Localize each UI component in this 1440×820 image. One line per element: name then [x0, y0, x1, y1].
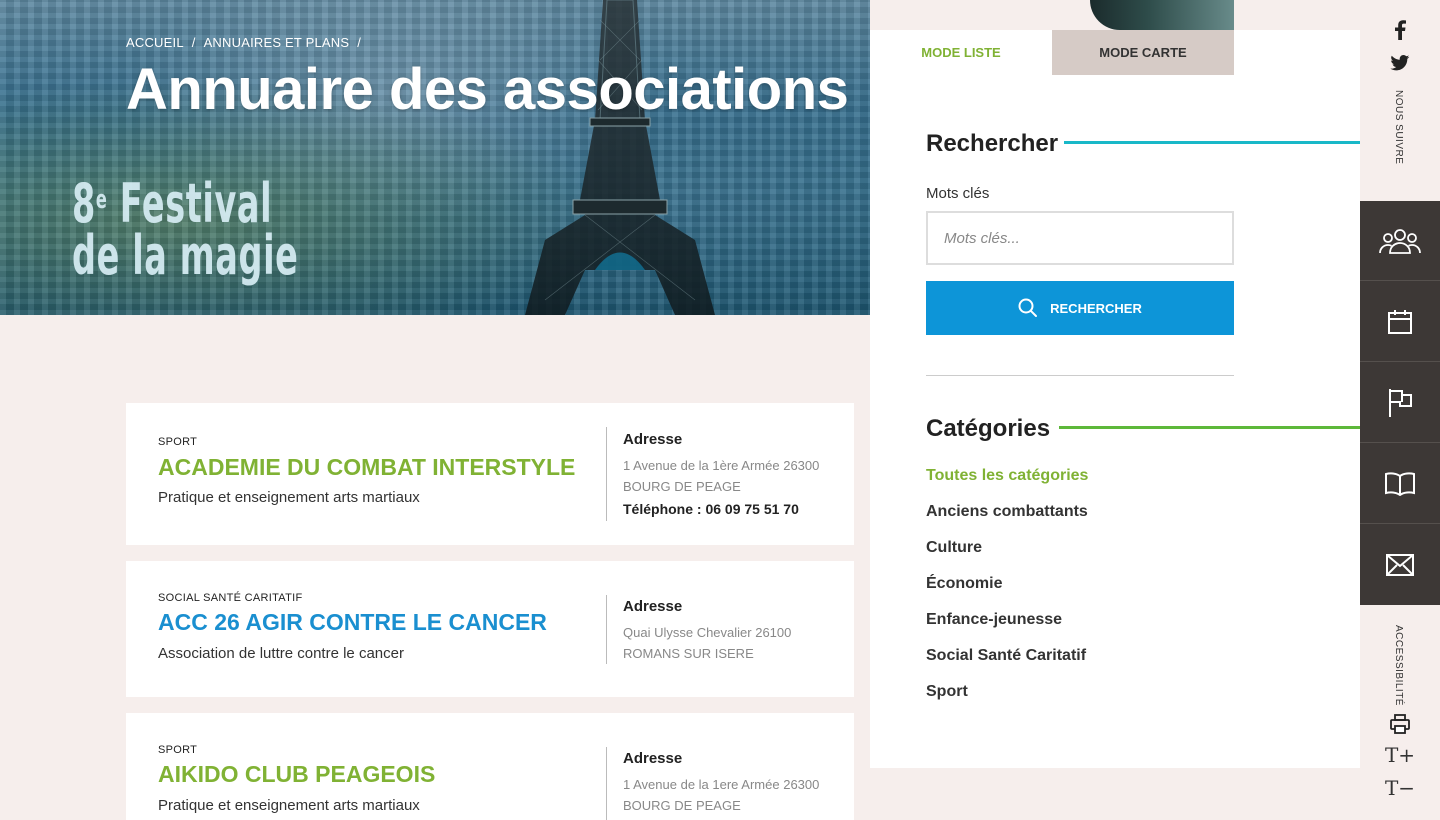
category-list: Toutes les catégories Anciens combattant…: [926, 467, 1088, 719]
accessibility-label: ACCESSIBILITÉ: [1393, 625, 1404, 706]
association-card[interactable]: SPORT ACADEMIE DU COMBAT INTERSTYLE Prat…: [126, 403, 854, 545]
address-line-1: Quai Ulysse Chevalier 26100: [623, 625, 792, 640]
association-name-link[interactable]: AIKIDO CLUB PEAGEOIS: [158, 761, 435, 788]
card-divider: [606, 595, 607, 664]
festival-ordinal-sup: e: [95, 185, 108, 215]
keywords-input[interactable]: [926, 211, 1234, 265]
search-title-rule: [1064, 141, 1360, 144]
view-mode-tabs: MODE LISTE MODE CARTE: [870, 30, 1234, 75]
card-divider: [606, 747, 607, 820]
breadcrumb-home-link[interactable]: ACCUEIL: [126, 35, 184, 50]
dock-contact[interactable]: [1360, 525, 1440, 605]
twitter-icon[interactable]: [1385, 51, 1415, 75]
print-icon[interactable]: [1385, 711, 1415, 737]
search-button-label: RECHERCHER: [1050, 300, 1142, 316]
tab-list-mode[interactable]: MODE LISTE: [870, 30, 1052, 75]
phone-number[interactable]: Téléphone : 06 09 75 51 70: [623, 501, 799, 517]
association-description: Pratique et enseignement arts martiaux: [158, 797, 420, 814]
quick-access-dock: [1360, 201, 1440, 605]
festival-banner-text: 8e Festival de la magie: [72, 177, 299, 287]
facebook-icon[interactable]: [1385, 18, 1415, 42]
eiffel-tower-illustration: [525, 0, 715, 315]
text-decrease-icon[interactable]: T−: [1385, 775, 1415, 801]
address-line-2: BOURG DE PEAGE: [623, 798, 741, 813]
dock-associations[interactable]: [1360, 201, 1440, 281]
book-icon: [1385, 471, 1415, 496]
association-description: Association de luttre contre le cancer: [158, 645, 404, 662]
search-section-title: Rechercher: [926, 130, 1059, 157]
breadcrumb-separator: /: [191, 35, 196, 50]
category-item-all[interactable]: Toutes les catégories: [926, 467, 1088, 503]
dock-agenda[interactable]: [1360, 282, 1440, 362]
flag-icon: [1389, 388, 1412, 417]
address-line-2: BOURG DE PEAGE: [623, 479, 741, 494]
page-title: Annuaire des associations: [126, 57, 849, 122]
association-category: SPORT: [158, 744, 198, 756]
address-line-2: ROMANS SUR ISERE: [623, 646, 754, 661]
address-title: Adresse: [623, 598, 683, 615]
text-increase-icon[interactable]: T+: [1385, 742, 1415, 768]
category-item-economie[interactable]: Économie: [926, 575, 1088, 611]
follow-us-label: NOUS SUIVRE: [1393, 90, 1404, 165]
dock-publications[interactable]: [1360, 444, 1440, 524]
association-category: SOCIAL SANTÉ CARITATIF: [158, 592, 303, 604]
association-name-link[interactable]: ACADEMIE DU COMBAT INTERSTYLE: [158, 454, 575, 481]
association-name-link[interactable]: ACC 26 AGIR CONTRE LE CANCER: [158, 609, 547, 636]
search-icon: [1018, 298, 1038, 317]
association-category: SPORT: [158, 436, 198, 448]
address-line-1: 1 Avenue de la 1ère Armée 26300: [623, 458, 820, 473]
people-icon: [1379, 228, 1421, 254]
search-panel: MODE LISTE MODE CARTE Rechercher Mots cl…: [870, 30, 1360, 768]
address-line-1: 1 Avenue de la 1ere Armée 26300: [623, 777, 820, 792]
association-card[interactable]: SPORT AIKIDO CLUB PEAGEOIS Pratique et e…: [126, 713, 854, 820]
category-item-enfance-jeunesse[interactable]: Enfance-jeunesse: [926, 611, 1088, 647]
association-description: Pratique et enseignement arts martiaux: [158, 489, 420, 506]
category-item-sport[interactable]: Sport: [926, 683, 1088, 719]
mail-icon: [1386, 554, 1414, 576]
festival-line2: de la magie: [72, 224, 299, 287]
address-title: Adresse: [623, 750, 683, 767]
breadcrumb: ACCUEIL / ANNUAIRES ET PLANS /: [126, 35, 361, 50]
panel-separator: [926, 375, 1234, 376]
card-divider: [606, 427, 607, 521]
tab-map-mode[interactable]: MODE CARTE: [1052, 30, 1234, 75]
calendar-icon: [1388, 309, 1412, 334]
header-photo-fragment: [1090, 0, 1234, 30]
address-title: Adresse: [623, 431, 683, 448]
breadcrumb-separator: /: [357, 35, 362, 50]
breadcrumb-directories-link[interactable]: ANNUAIRES ET PLANS: [204, 35, 350, 50]
category-item-social-sante[interactable]: Social Santé Caritatif: [926, 647, 1088, 683]
association-card[interactable]: SOCIAL SANTÉ CARITATIF ACC 26 AGIR CONTR…: [126, 561, 854, 697]
hero-banner: ACCUEIL / ANNUAIRES ET PLANS / Annuaire …: [0, 0, 870, 315]
category-item-anciens-combattants[interactable]: Anciens combattants: [926, 503, 1088, 539]
category-item-culture[interactable]: Culture: [926, 539, 1088, 575]
dock-discover[interactable]: [1360, 363, 1440, 443]
categories-title-rule: [1059, 426, 1360, 429]
search-button[interactable]: RECHERCHER: [926, 281, 1234, 335]
keywords-label: Mots clés: [926, 185, 990, 202]
categories-section-title: Catégories: [926, 415, 1051, 442]
